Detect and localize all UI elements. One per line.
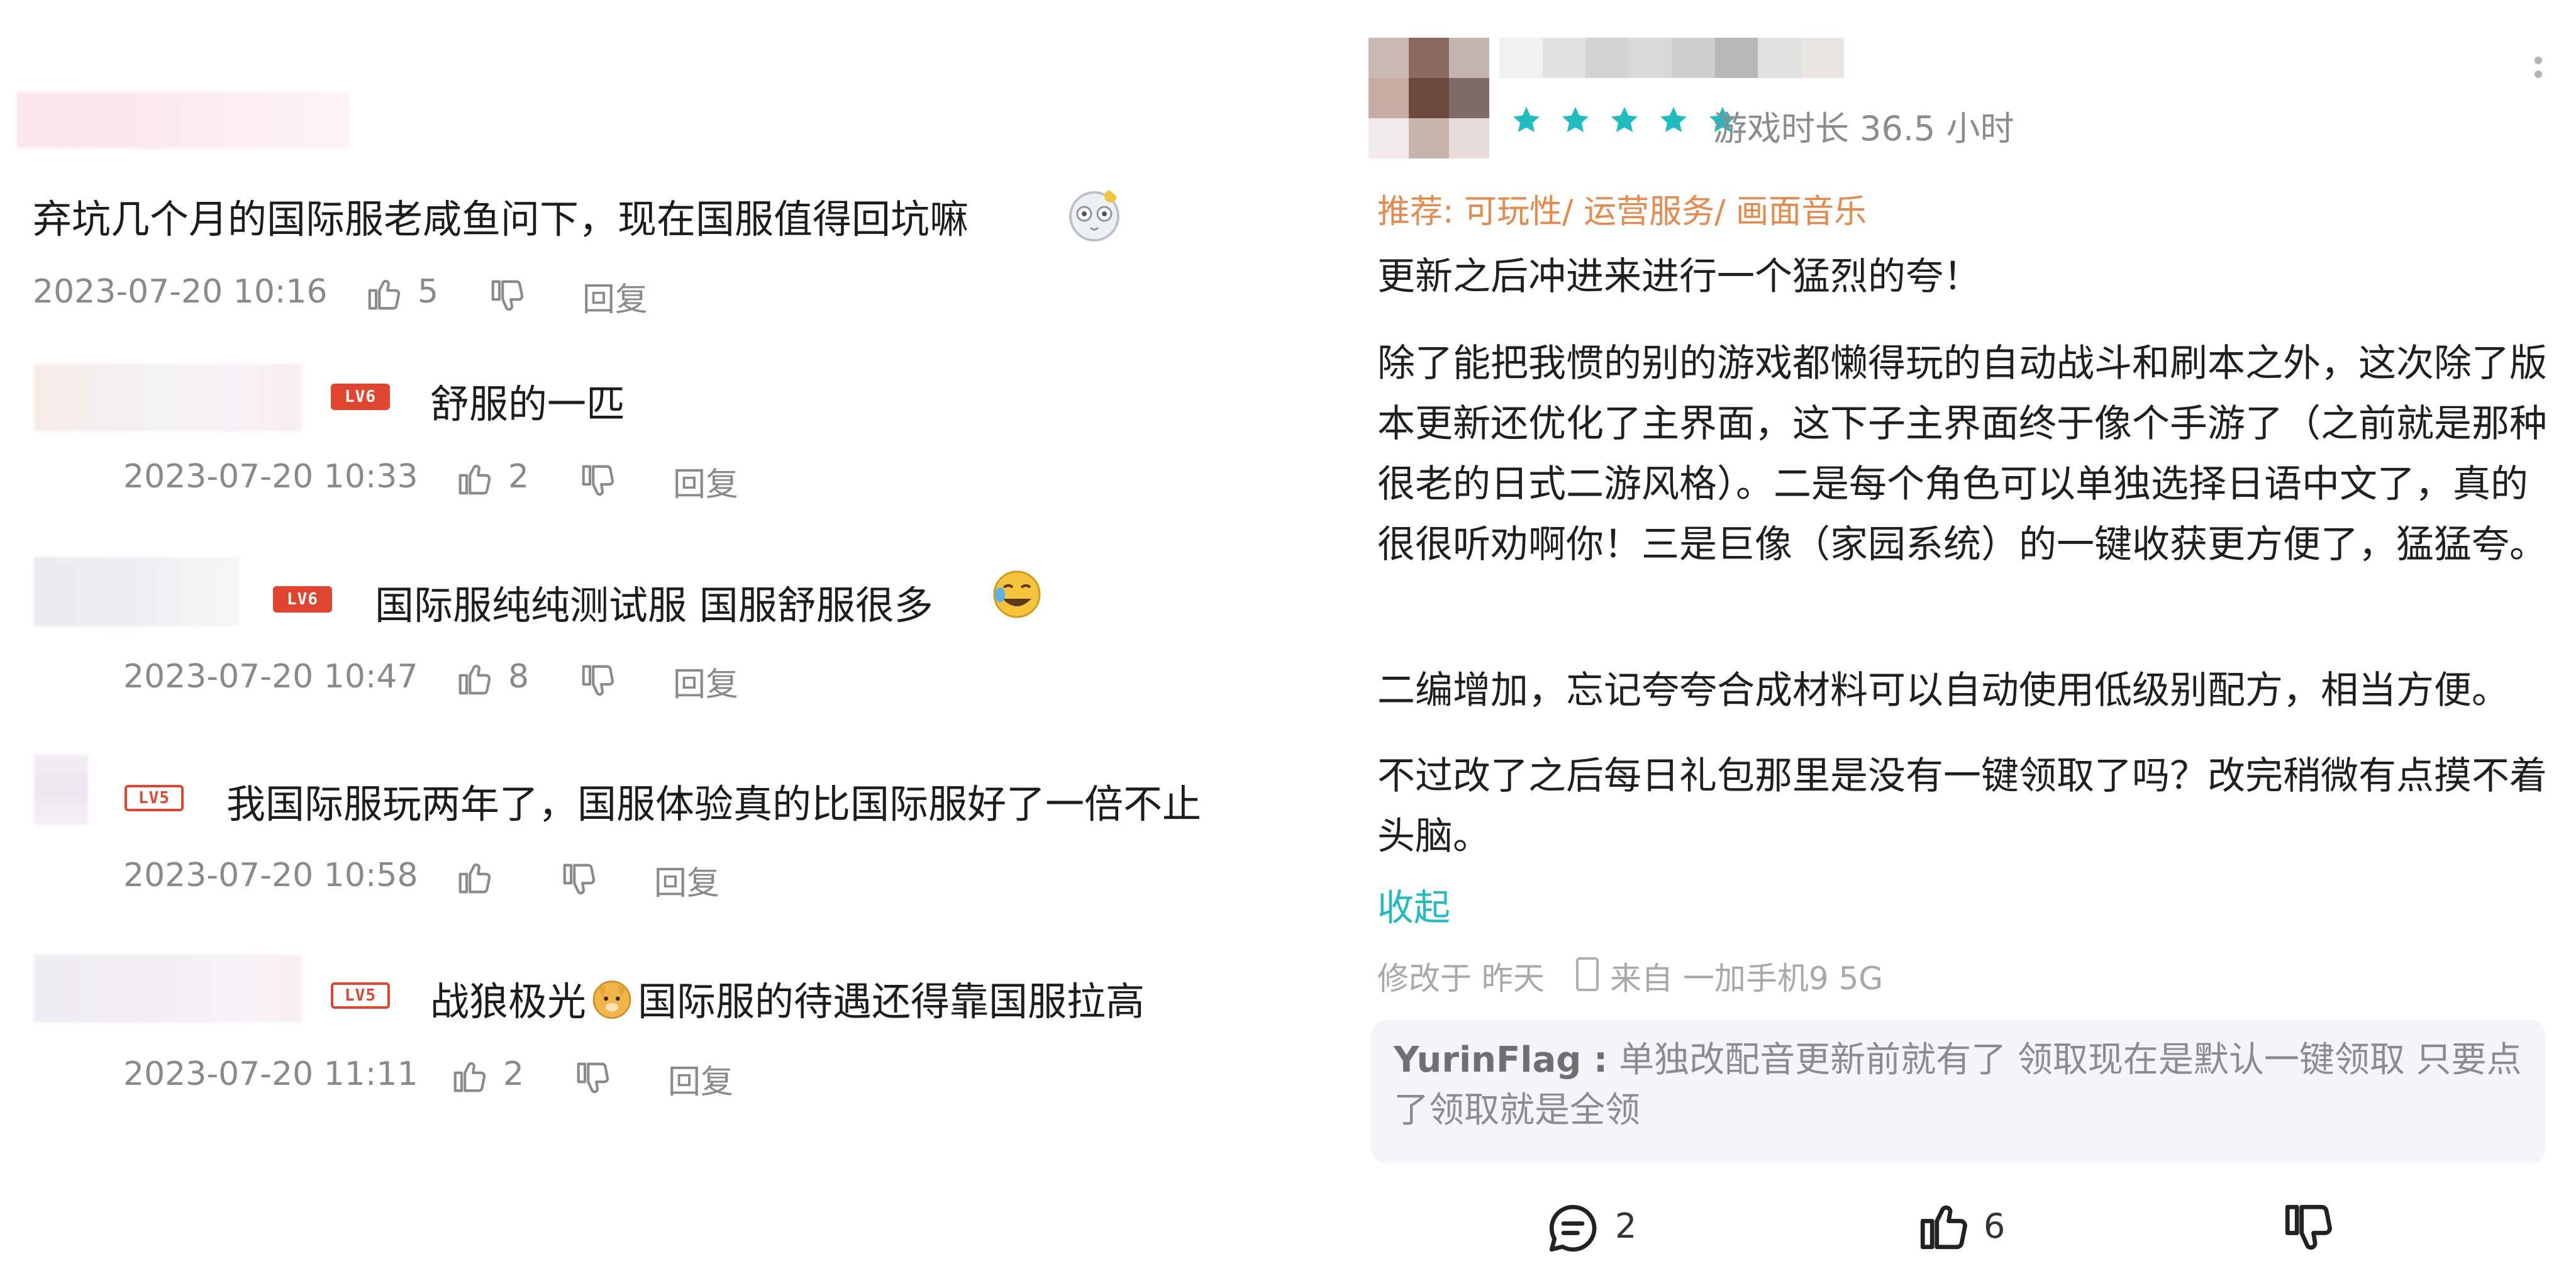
developer-reply: YurinFlag : 单独改配音更新前就有了 领取现在是默认一键领取 只要点了… xyxy=(1371,1020,2546,1163)
reply-text: 国际服纯纯测试服 国服舒服很多 xyxy=(375,582,933,628)
reply-likes: 2 xyxy=(508,458,530,496)
reply-date: 2023-07-20 10:47 xyxy=(123,658,418,696)
device-info: 来自 一加手机9 5G xyxy=(1610,960,1884,997)
avatar xyxy=(1368,38,1489,158)
thumbs-down-icon[interactable] xyxy=(2280,1200,2337,1257)
collapse-link[interactable]: 收起 xyxy=(1377,878,1450,931)
phone-icon xyxy=(1576,957,1599,991)
comment-count: 2 xyxy=(1615,1206,1637,1246)
level-badge: LV5 xyxy=(125,785,184,811)
reply-date: 2023-07-20 11:11 xyxy=(123,1055,418,1093)
reply-button[interactable]: 回复 xyxy=(654,857,719,904)
reply-text: 战狼极光 国际服的待遇还得靠国服拉高 xyxy=(430,970,1145,1026)
level-badge: LV6 xyxy=(331,384,390,410)
username-blurred xyxy=(34,755,88,825)
reply-button[interactable]: 回复 xyxy=(673,658,738,705)
username-blurred xyxy=(1499,38,1844,78)
like-count: 6 xyxy=(1984,1206,2006,1246)
reply-likes: 2 xyxy=(503,1055,525,1093)
thumbs-down-icon[interactable] xyxy=(488,277,527,316)
developer-reply-text: YurinFlag : 单独改配音更新前就有了 领取现在是默认一键领取 只要点了… xyxy=(1394,1040,2522,1131)
reply-author[interactable]: YurinFlag : xyxy=(1394,1040,1607,1080)
review-paragraph: 二编增加，忘记夸夸合成材料可以自动使用低级别配方，相当方便。 xyxy=(1377,669,2509,713)
username-blurred xyxy=(34,557,239,626)
username-blurred xyxy=(34,364,302,431)
review-paragraph: 除了能把我惯的别的游戏都懒得玩的自动战斗和刷本之外，这次除了版本更新还优化了主界… xyxy=(1377,341,2547,567)
star-icon xyxy=(1562,107,1589,132)
cat-emoji-icon xyxy=(1069,190,1119,242)
thumbs-up-icon[interactable] xyxy=(450,1057,489,1096)
username-blurred xyxy=(34,955,302,1023)
reply-button[interactable]: 回复 xyxy=(673,458,738,505)
main-comment-likes: 5 xyxy=(418,273,439,311)
level-badge: LV5 xyxy=(331,982,390,1009)
review-paragraph: 不过改了之后每日礼包那里是没有一键领取了吗？改完稍微有点摸不着头脑。 xyxy=(1377,754,2547,858)
star-icon xyxy=(1611,107,1638,132)
thumbs-up-icon[interactable] xyxy=(365,274,404,313)
laughing-emoji-icon xyxy=(993,570,1041,618)
main-comment-date: 2023-07-20 10:16 xyxy=(33,273,328,311)
reply-button[interactable]: 回复 xyxy=(668,1055,733,1102)
reply-date: 2023-07-20 10:33 xyxy=(123,458,418,496)
star-icon xyxy=(1660,107,1687,132)
thumbs-up-icon[interactable] xyxy=(1916,1197,1972,1254)
thumbs-down-icon[interactable] xyxy=(560,860,599,899)
more-menu-icon[interactable] xyxy=(2534,57,2543,94)
star-icon xyxy=(1513,107,1540,132)
comment-icon[interactable] xyxy=(1545,1200,1601,1257)
level-badge: LV6 xyxy=(273,586,332,613)
thumbs-down-icon[interactable] xyxy=(579,662,618,701)
modified-time: 修改于 昨天 xyxy=(1377,960,1545,997)
reply-button[interactable]: 回复 xyxy=(582,273,648,320)
reply-text: 舒服的一匹 xyxy=(430,381,626,427)
playtime: 游戏时长 36.5 小时 xyxy=(1713,109,2014,148)
review-paragraph: 更新之后冲进来进行一个猛烈的夸！ xyxy=(1377,255,1981,299)
doge-emoji-icon xyxy=(586,976,638,1020)
reply-likes: 8 xyxy=(508,658,530,696)
thumbs-up-icon[interactable] xyxy=(455,459,494,498)
reply-date: 2023-07-20 10:58 xyxy=(123,857,418,894)
reply-text: 我国际服玩两年了，国服体验真的比国际服好了一倍不止 xyxy=(226,781,1202,827)
thumbs-up-icon[interactable] xyxy=(455,659,494,698)
thumbs-down-icon[interactable] xyxy=(574,1059,613,1098)
thumbs-down-icon[interactable] xyxy=(579,462,618,501)
main-comment-text: 弃坑几个月的国际服老咸鱼问下，现在国服值得回坑嘛 xyxy=(33,196,969,242)
recommend-tags: 推荐: 可玩性/ 运营服务/ 画面音乐 xyxy=(1377,193,1867,231)
username-blurred xyxy=(16,92,350,148)
thumbs-up-icon[interactable] xyxy=(455,858,494,897)
